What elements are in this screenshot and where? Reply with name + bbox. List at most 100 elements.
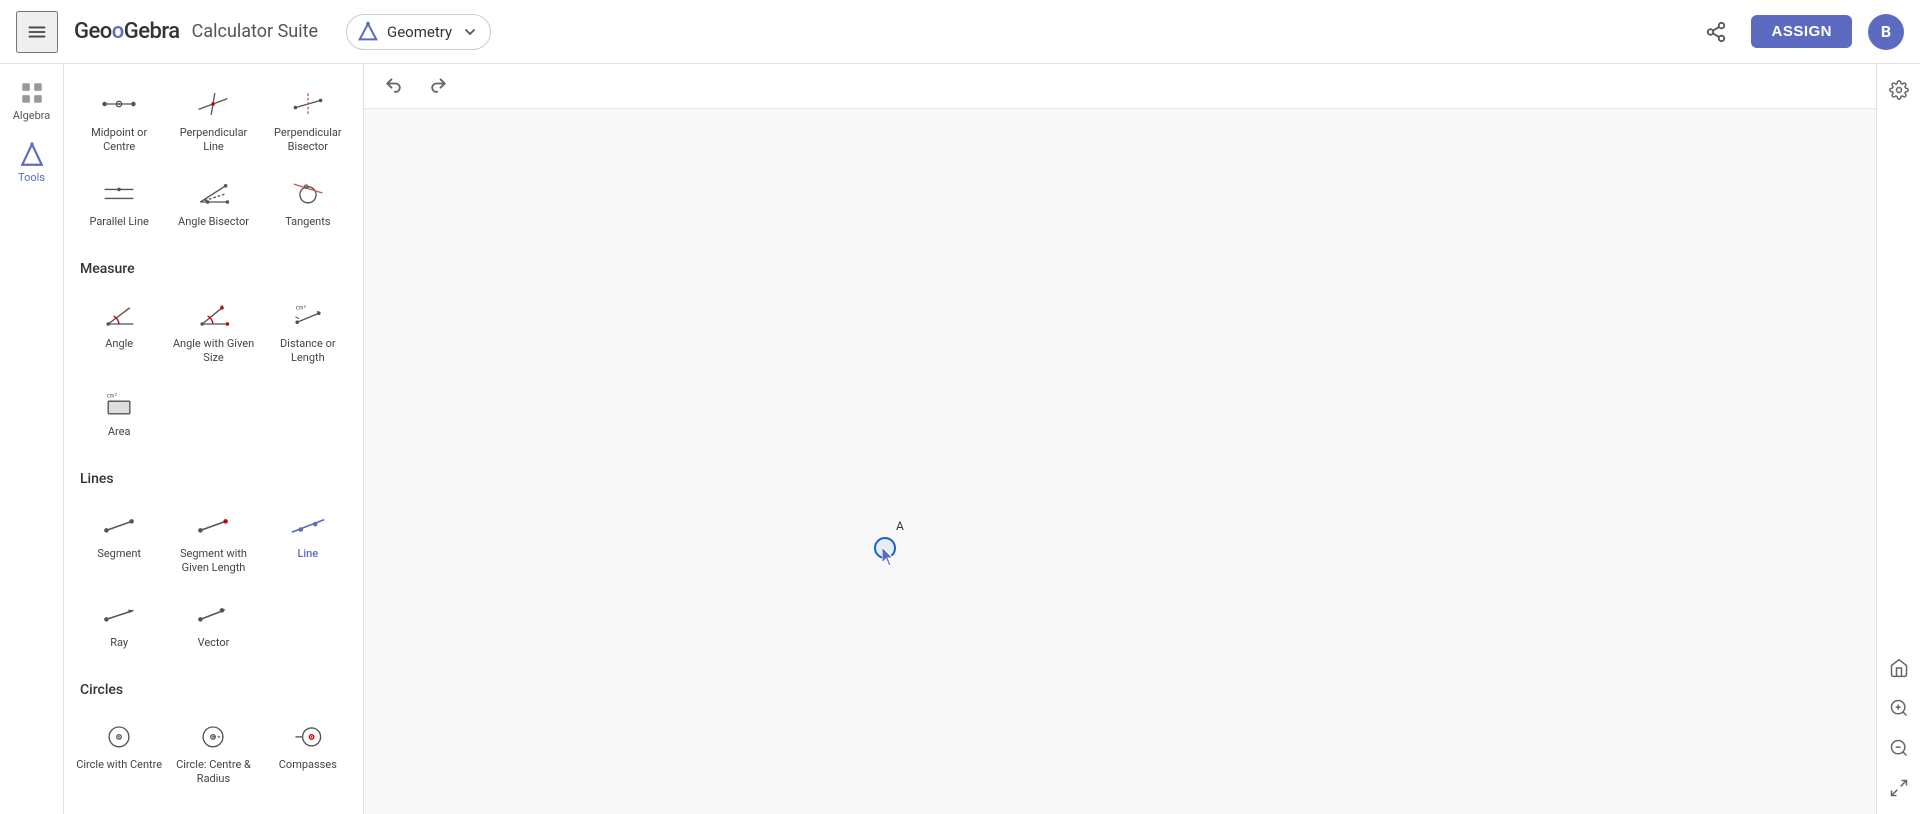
menu-button[interactable] xyxy=(16,11,58,53)
perp-bisector-label: Perpendicular Bisector xyxy=(265,126,351,155)
line-label: Line xyxy=(297,547,318,561)
logo: GeooGebra Calculator Suite xyxy=(74,19,318,44)
line-icon xyxy=(290,510,326,540)
algebra-icon xyxy=(19,80,45,106)
menu-icon xyxy=(26,21,48,43)
tool-angle[interactable]: Angle xyxy=(72,287,166,376)
share-button[interactable] xyxy=(1697,13,1735,51)
angle-given-size-icon: α xyxy=(195,300,231,330)
ray-icon xyxy=(101,599,137,629)
angle-bisector-icon xyxy=(195,178,231,208)
header-right: ASSIGN B xyxy=(1697,13,1904,51)
circle-centre-radius-label: Circle: Centre & Radius xyxy=(170,758,256,787)
assign-button[interactable]: ASSIGN xyxy=(1751,15,1852,48)
measure-grid: Angle α Angle with Given Size xyxy=(64,283,363,460)
zoom-in-icon xyxy=(1889,698,1909,718)
angle-icon xyxy=(101,300,137,330)
app-sidebar: Algebra Tools xyxy=(0,64,64,814)
tangents-label: Tangents xyxy=(285,215,330,229)
tool-angle-bisector[interactable]: Angle Bisector xyxy=(166,165,260,245)
vector-label: Vector xyxy=(198,636,230,650)
tool-perpendicular-bisector[interactable]: Perpendicular Bisector xyxy=(261,76,355,165)
distance-length-label: Distance or Length xyxy=(265,337,351,366)
home-icon xyxy=(1889,658,1909,678)
right-sidebar xyxy=(1876,64,1920,814)
sidebar-algebra-label: Algebra xyxy=(13,109,51,122)
measure-section-title: Measure xyxy=(64,249,363,283)
fullscreen-icon xyxy=(1889,778,1909,798)
tool-line[interactable]: Line xyxy=(261,497,355,586)
tool-parallel-line[interactable]: Parallel Line xyxy=(72,165,166,245)
cursor-arrow xyxy=(882,547,898,571)
vector-icon xyxy=(195,599,231,629)
tool-midpoint[interactable]: Midpoint or Centre xyxy=(72,76,166,165)
logo-text: GeooGebra xyxy=(74,19,180,44)
right-bottom-controls xyxy=(1881,650,1917,806)
parallel-line-label: Parallel Line xyxy=(89,215,148,229)
perpendicular-line-label: Perpendicular Line xyxy=(170,126,256,155)
compasses-label: Compasses xyxy=(279,758,337,772)
circle-centre-label: Circle with Centre xyxy=(76,758,162,772)
point-a-label: A xyxy=(896,519,904,533)
tool-segment[interactable]: Segment xyxy=(72,497,166,586)
home-button[interactable] xyxy=(1881,650,1917,686)
circle-centre-radius-icon xyxy=(195,721,231,751)
undo-button[interactable] xyxy=(376,72,412,100)
settings-button[interactable] xyxy=(1881,72,1917,108)
lines-section-title: Lines xyxy=(64,459,363,493)
app-selector[interactable]: Geometry xyxy=(346,14,491,50)
segment-label: Segment xyxy=(97,547,141,561)
parallel-line-icon xyxy=(101,178,137,208)
canvas-content[interactable]: A xyxy=(364,109,1876,814)
sidebar-item-tools[interactable]: Tools xyxy=(4,134,60,192)
midpoint-icon xyxy=(101,89,137,119)
tool-segment-given-length[interactable]: Segment with Given Length xyxy=(166,497,260,586)
redo-icon xyxy=(428,76,448,96)
svg-text:cm²: cm² xyxy=(295,304,306,311)
undo-icon xyxy=(384,76,404,96)
sidebar-item-algebra[interactable]: Algebra xyxy=(4,72,60,130)
header: GeooGebra Calculator Suite Geometry ASSI… xyxy=(0,0,1920,64)
sidebar-tools-label: Tools xyxy=(18,171,45,184)
geometry-icon xyxy=(357,21,379,43)
tool-perpendicular-line[interactable]: Perpendicular Line xyxy=(166,76,260,165)
tangents-icon xyxy=(290,178,326,208)
fullscreen-button[interactable] xyxy=(1881,770,1917,806)
chevron-down-icon xyxy=(464,26,476,38)
segment-given-length-icon xyxy=(195,510,231,540)
angle-given-size-label: Angle with Given Size xyxy=(170,337,256,366)
zoom-out-button[interactable] xyxy=(1881,730,1917,766)
main-layout: Algebra Tools xyxy=(0,64,1920,814)
angle-label: Angle xyxy=(105,337,133,351)
midpoint-label: Midpoint or Centre xyxy=(76,126,162,155)
tool-compasses[interactable]: Compasses xyxy=(261,708,355,797)
logo-o: o xyxy=(112,19,124,44)
ray-label: Ray xyxy=(110,636,128,650)
zoom-in-button[interactable] xyxy=(1881,690,1917,726)
lines-grid: Segment Segment with Given Length xyxy=(64,493,363,670)
share-icon xyxy=(1705,21,1727,43)
tool-angle-given-size[interactable]: α Angle with Given Size xyxy=(166,287,260,376)
redo-button[interactable] xyxy=(420,72,456,100)
suite-label: Calculator Suite xyxy=(192,21,318,42)
cursor-arrow-icon xyxy=(882,547,898,567)
tool-circle-centre[interactable]: Circle with Centre xyxy=(72,708,166,797)
area-label: Area xyxy=(108,425,131,439)
segment-icon xyxy=(101,510,137,540)
perp-bisector-icon xyxy=(290,89,326,119)
tool-circle-centre-radius[interactable]: Circle: Centre & Radius xyxy=(166,708,260,797)
tool-distance-length[interactable]: cm² Distance or Length xyxy=(261,287,355,376)
construct-grid: Midpoint or Centre Perpendicular Line xyxy=(64,72,363,249)
settings-icon xyxy=(1889,80,1909,100)
avatar[interactable]: B xyxy=(1868,14,1904,50)
compasses-icon xyxy=(290,721,326,751)
tool-tangents[interactable]: Tangents xyxy=(261,165,355,245)
tool-area[interactable]: cm² Area xyxy=(72,375,166,455)
tool-vector[interactable]: Vector xyxy=(166,586,260,666)
distance-length-icon: cm² xyxy=(290,300,326,330)
svg-text:cm²: cm² xyxy=(107,393,118,400)
zoom-out-icon xyxy=(1889,738,1909,758)
cursor-indicator xyxy=(874,537,896,559)
tool-ray[interactable]: Ray xyxy=(72,586,166,666)
tools-panel: Midpoint or Centre Perpendicular Line xyxy=(64,64,364,814)
